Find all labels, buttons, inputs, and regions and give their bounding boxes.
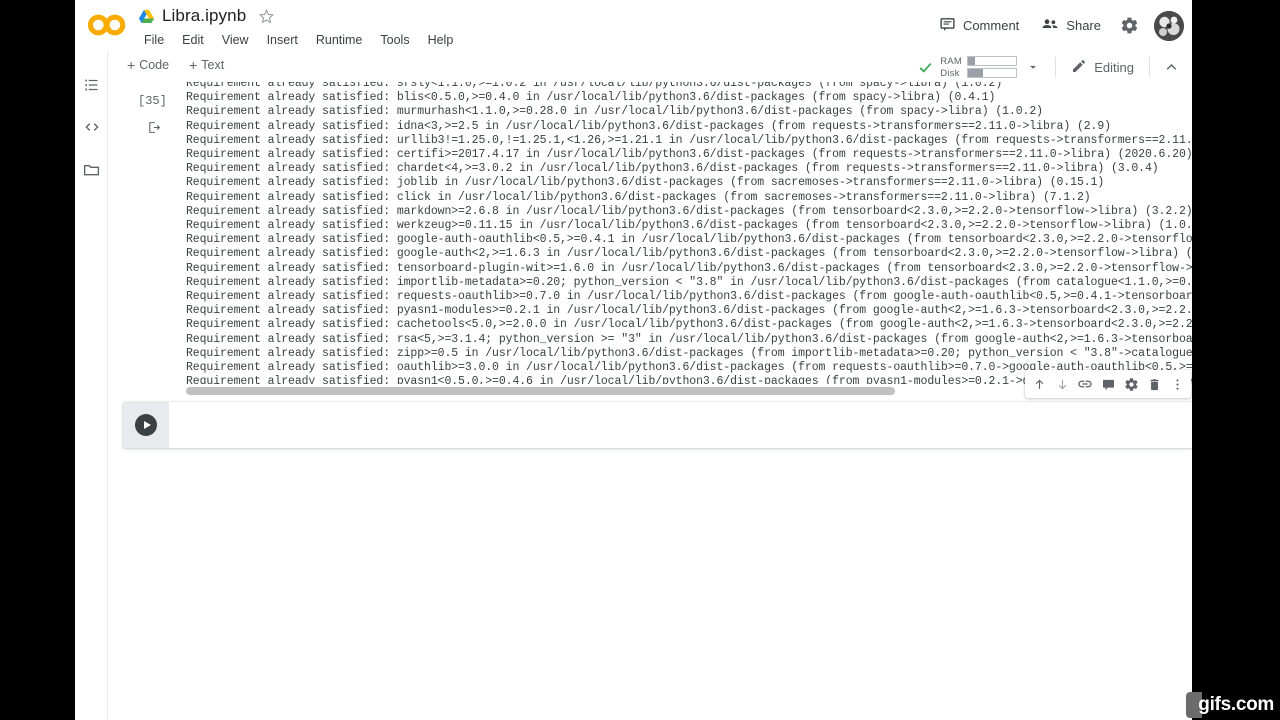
menu-help[interactable]: Help (421, 31, 461, 49)
comment-label: Comment (962, 18, 1020, 33)
add-text-label: Text (201, 58, 225, 72)
people-icon (1041, 15, 1059, 36)
notebook-body: [35] Requirement already satisfied: srsl… (108, 82, 1192, 720)
link-to-cell-button[interactable] (1074, 373, 1096, 395)
output-text: Requirement already satisfied: srsly<1.1… (186, 82, 1192, 384)
menu-insert[interactable]: Insert (260, 31, 305, 49)
execution-count: [35] (138, 94, 167, 108)
comment-button[interactable]: Comment (930, 10, 1028, 42)
pencil-icon (1071, 58, 1087, 77)
cell-gutter: [35] (138, 82, 186, 384)
notebook-toolbar: + Code + Text RAM Disk Editing (75, 52, 1192, 83)
watermark-label: gifs.com (1198, 694, 1274, 715)
move-cell-up-icon (1035, 379, 1043, 389)
cell-output-region: [35] Requirement already satisfied: srsl… (138, 82, 1192, 384)
sidebar-item-files[interactable] (75, 148, 108, 190)
toc-icon (84, 79, 98, 91)
output-arrow-icon (147, 120, 162, 140)
colab-page: Libra.ipynb File Edit View Insert Runtim… (75, 0, 1192, 720)
chevron-up-icon (1166, 63, 1176, 70)
avatar[interactable] (1154, 10, 1184, 41)
sidebar-item-code-snippets[interactable] (75, 106, 108, 148)
menu-bar: File Edit View Insert Runtime Tools Help (137, 31, 460, 49)
cell-settings-button[interactable] (1120, 373, 1142, 395)
disk-label: Disk (940, 67, 960, 79)
delete-cell-button[interactable] (1143, 373, 1165, 395)
stdout-stream[interactable]: Requirement already satisfied: srsly<1.1… (186, 82, 1192, 384)
document-title-row[interactable]: Libra.ipynb (138, 6, 275, 26)
delete-cell-icon (1149, 378, 1159, 390)
ram-label: RAM (940, 55, 962, 67)
chevron-down-icon[interactable] (1023, 56, 1043, 78)
more-options-icon (1175, 378, 1179, 390)
disk-meter-row: Disk (940, 67, 1018, 79)
gear-icon (1121, 17, 1137, 34)
disk-meter (967, 68, 1018, 78)
menu-tools[interactable]: Tools (373, 31, 416, 49)
drive-icon (138, 9, 155, 24)
menu-runtime[interactable]: Runtime (309, 31, 370, 49)
link-to-cell-icon (1078, 380, 1092, 388)
share-button[interactable]: Share (1032, 9, 1110, 42)
cell-action-toolbar (1025, 370, 1191, 398)
settings-button[interactable] (1114, 11, 1144, 41)
files-folder-icon (83, 164, 100, 175)
ram-meter (967, 56, 1018, 66)
add-text-cell-button[interactable]: + Text (182, 56, 231, 74)
screen-letterbox: Libra.ipynb File Edit View Insert Runtim… (0, 0, 1280, 720)
add-comment-button[interactable] (1097, 373, 1119, 395)
add-code-cell-button[interactable]: + Code (120, 56, 176, 74)
menu-edit[interactable]: Edit (175, 31, 211, 49)
scrollbar-thumb[interactable] (186, 387, 895, 395)
app-header: Libra.ipynb File Edit View Insert Runtim… (75, 0, 1192, 52)
runtime-resources-button[interactable]: RAM Disk (915, 55, 1047, 79)
editing-label: Editing (1094, 59, 1134, 75)
menu-file[interactable]: File (137, 31, 171, 49)
plus-icon: + (127, 57, 136, 73)
add-code-label: Code (139, 58, 170, 72)
toolbar-divider (1149, 57, 1150, 77)
code-editor-area[interactable] (169, 402, 1192, 448)
header-actions: Comment Share (930, 9, 1184, 42)
colab-logo-icon[interactable] (85, 12, 129, 38)
page-title: Libra.ipynb (162, 6, 247, 25)
run-play-icon (143, 421, 151, 429)
add-cell-group: + Code + Text (120, 56, 231, 74)
resource-meters: RAM Disk (940, 55, 1018, 79)
toolbar-status-group: RAM Disk Editing (915, 52, 1184, 82)
add-comment-icon (1102, 379, 1114, 390)
code-cell[interactable] (123, 402, 1192, 448)
move-cell-up-button[interactable] (1028, 373, 1050, 395)
ram-meter-row: RAM (940, 55, 1018, 67)
plus-icon: + (189, 57, 198, 73)
code-snippets-icon (84, 123, 99, 131)
check-icon (917, 59, 934, 76)
more-options-button[interactable] (1166, 373, 1188, 395)
star-icon[interactable] (258, 8, 275, 25)
toolbar-divider (1055, 57, 1057, 77)
share-label: Share (1066, 18, 1101, 33)
menu-view[interactable]: View (215, 31, 256, 49)
move-cell-down-icon (1058, 379, 1066, 389)
left-rail (75, 52, 108, 720)
collapse-toolbar-button[interactable] (1158, 55, 1184, 79)
comment-icon (939, 16, 956, 36)
run-cell-button[interactable] (135, 414, 157, 436)
run-cell-gutter (123, 402, 169, 448)
sidebar-item-table-of-contents[interactable] (75, 64, 108, 106)
cell-settings-icon (1124, 377, 1138, 391)
move-cell-down-button[interactable] (1051, 373, 1073, 395)
editing-mode-button[interactable]: Editing (1064, 55, 1141, 80)
